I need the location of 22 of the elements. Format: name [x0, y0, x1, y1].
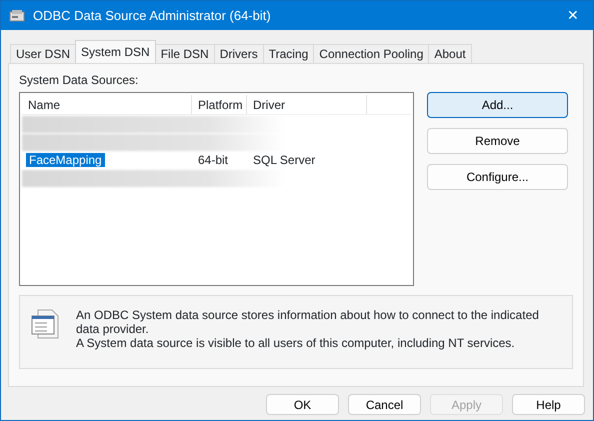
column-header[interactable]: Driver: [247, 95, 367, 114]
tab[interactable]: About: [428, 44, 472, 63]
side-button[interactable]: Configure...: [427, 164, 568, 190]
tab[interactable]: Connection Pooling: [313, 44, 430, 63]
list-label: System Data Sources:: [19, 72, 140, 89]
side-button[interactable]: Remove: [427, 128, 568, 154]
tab[interactable]: System DSN: [75, 40, 156, 63]
column-header[interactable]: Name: [22, 95, 192, 114]
list-item[interactable]: FaceMapping: [26, 153, 105, 167]
close-button[interactable]: ✕: [553, 5, 593, 26]
window-title: ODBC Data Source Administrator (64-bit): [33, 6, 272, 25]
app-icon: [9, 8, 25, 22]
table-cell-text: SQL Server: [252, 152, 316, 169]
tab[interactable]: User DSN: [10, 44, 76, 63]
info-text: An ODBC System data source stores information about how to connect to the indicated data provider. A System data source is visible to all users of this computer, including NT services.: [76, 308, 540, 352]
dialog-button[interactable]: OK: [266, 394, 339, 415]
column-header[interactable]: Platform: [192, 95, 247, 114]
dialog-button[interactable]: Cancel: [348, 394, 421, 415]
side-button[interactable]: Add...: [427, 92, 568, 118]
table-cell-text: 64-bit: [197, 152, 230, 169]
dialog-button[interactable]: Help: [512, 394, 585, 415]
tab[interactable]: Tracing: [262, 44, 314, 63]
